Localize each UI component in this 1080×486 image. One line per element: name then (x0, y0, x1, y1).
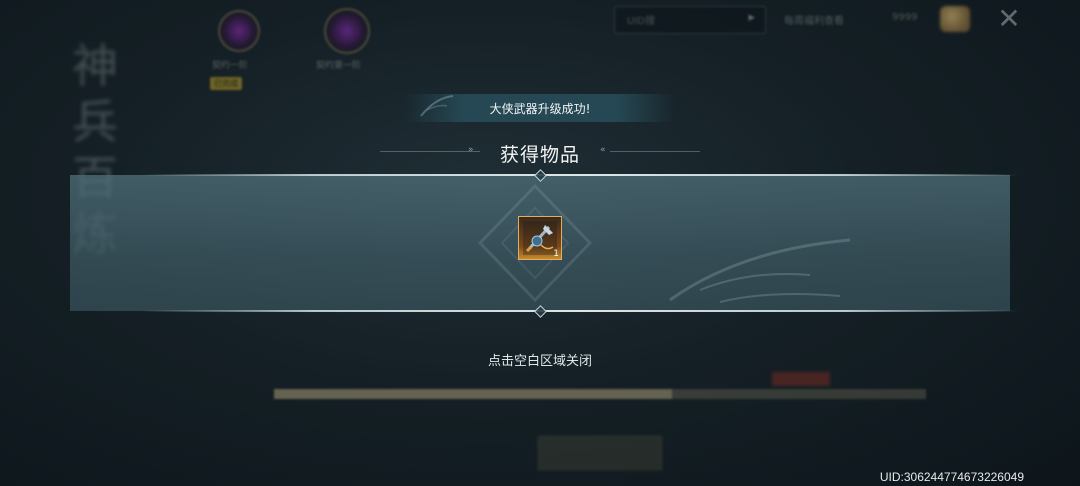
panel-border-top (140, 174, 1020, 176)
arrow-left-icon: « (600, 145, 606, 155)
item-count: 1 (553, 249, 559, 259)
header-divider-right (610, 151, 700, 152)
uid-label: UID:3062447746732260​49 (879, 470, 1024, 484)
success-banner: 大侠武器升级成功! (405, 94, 675, 122)
close-hint-text: 点击空白区域关闭 (487, 354, 592, 369)
weapon-icon (523, 221, 557, 255)
popup-title: 获得物品 (499, 144, 580, 166)
reward-item-slot[interactable]: 1 (518, 216, 562, 260)
success-banner-text: 大侠武器升级成功! (489, 102, 591, 116)
bamboo-leaf-icon (669, 238, 851, 303)
panel-border-bottom (140, 310, 1020, 312)
